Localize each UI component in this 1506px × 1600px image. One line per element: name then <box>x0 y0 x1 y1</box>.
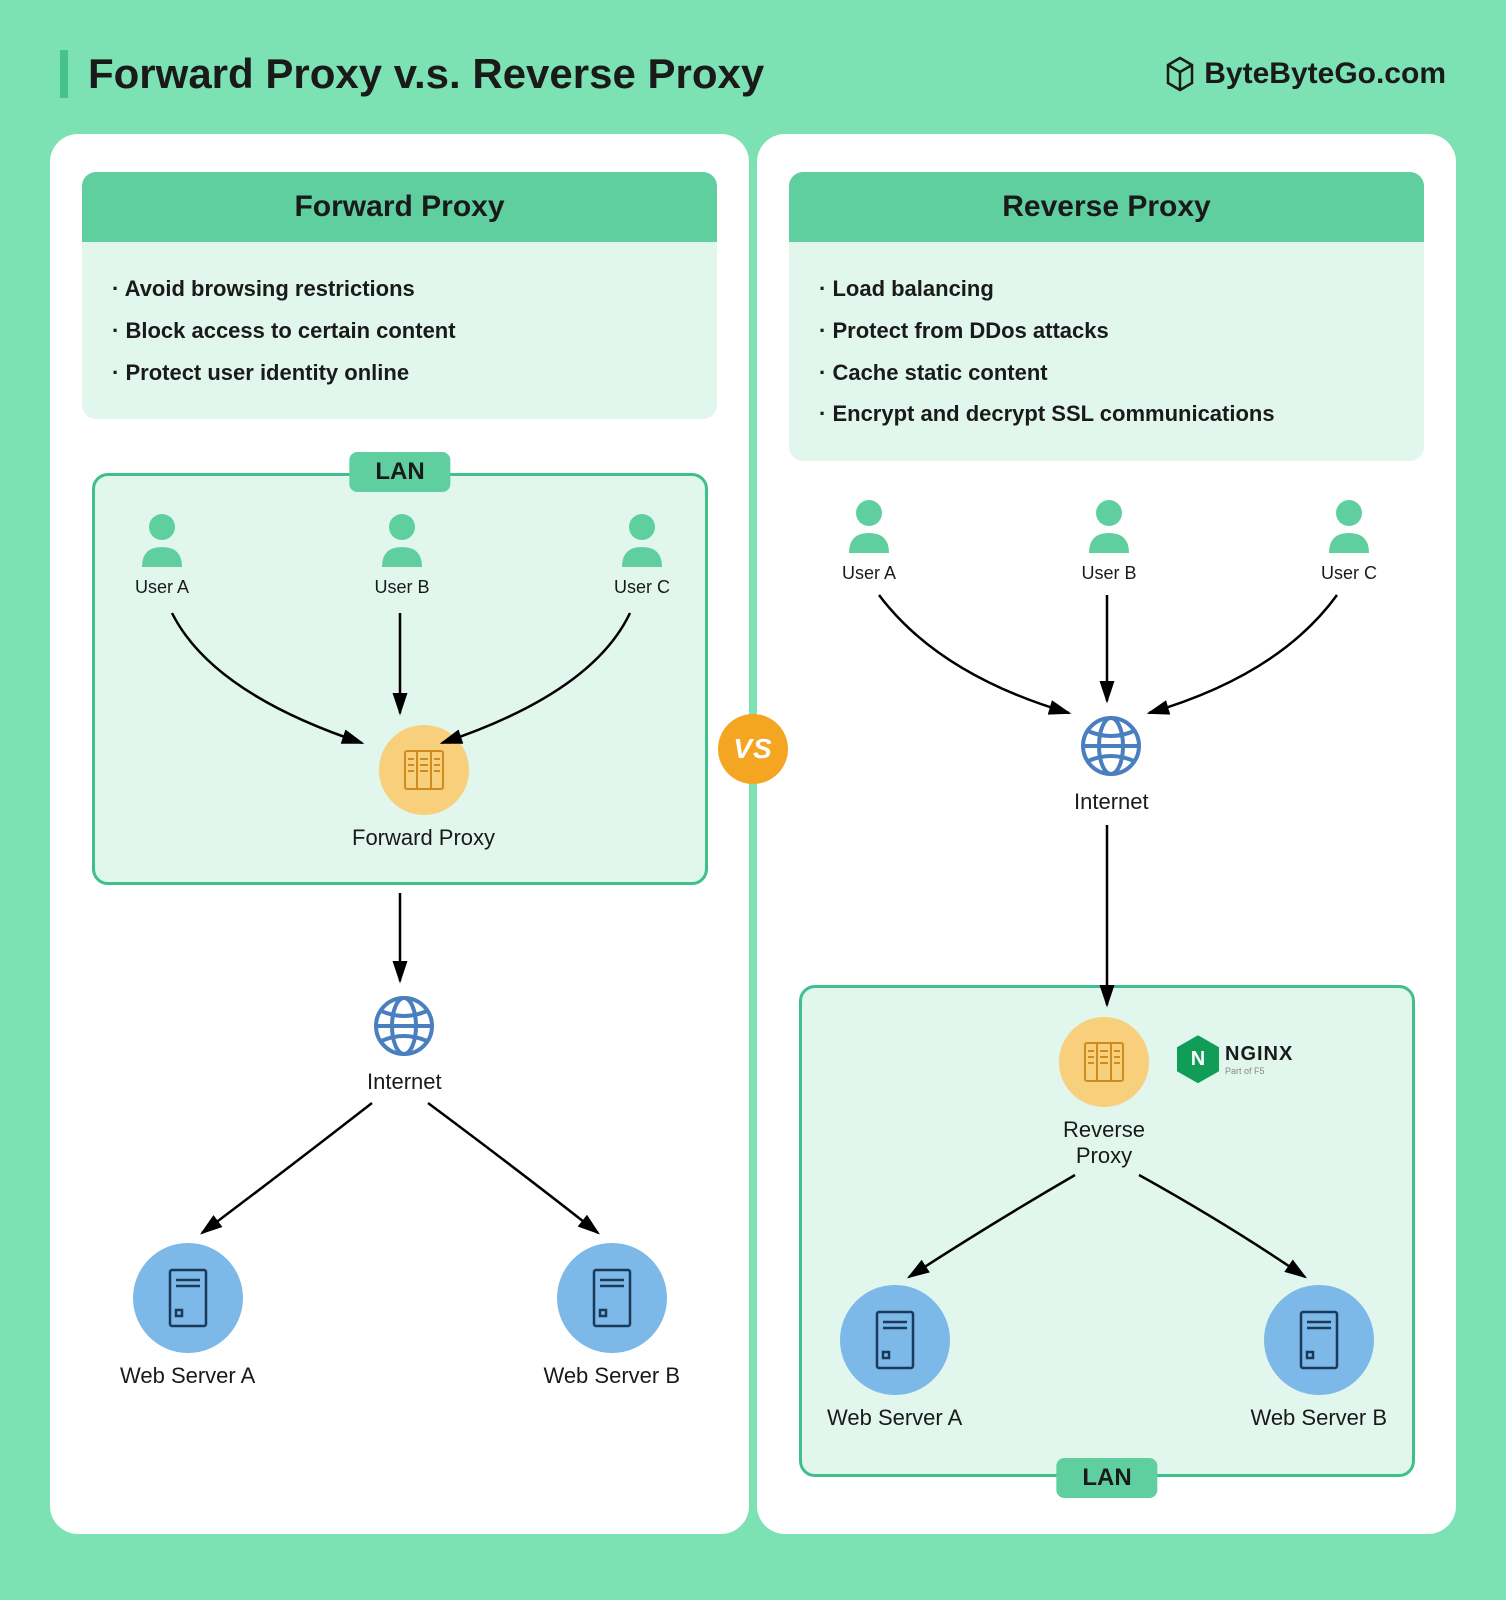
server-circle <box>1264 1285 1374 1395</box>
server-tower-icon <box>590 1266 634 1330</box>
nginx-name: NGINX <box>1225 1043 1293 1066</box>
user-icon <box>372 509 432 569</box>
server-label: Web Server B <box>543 1363 680 1389</box>
servers-row: Web Server A Web Server B <box>120 1243 680 1389</box>
bullet: · Encrypt and decrypt SSL communications <box>819 393 1394 435</box>
server-node: Web Server B <box>543 1243 680 1389</box>
reverse-proxy-node: ReverseProxy <box>1059 1017 1149 1169</box>
nginx-subtitle: Part of F5 <box>1225 1066 1293 1076</box>
lan-label: LAN <box>1056 1458 1157 1498</box>
user: User B <box>1079 495 1139 584</box>
proxy-label: ReverseProxy <box>1063 1117 1145 1169</box>
lan-label: LAN <box>349 452 450 492</box>
forward-diagram: LAN User A User B User C <box>82 453 717 1503</box>
user-icon <box>132 509 192 569</box>
server-label: Web Server A <box>120 1363 255 1389</box>
bullet: · Protect user identity online <box>112 352 687 394</box>
user-label: User A <box>135 577 189 598</box>
globe-icon <box>371 993 437 1059</box>
user-icon <box>1319 495 1379 555</box>
brand-text: ByteByteGo.com <box>1204 57 1446 91</box>
internet-node: Internet <box>1074 713 1149 815</box>
server-label: Web Server A <box>827 1405 962 1431</box>
proxy-circle <box>1059 1017 1149 1107</box>
nginx-logo: N NGINX Part of F5 <box>1177 1035 1293 1083</box>
internet-node: Internet <box>367 993 442 1095</box>
brand-box-icon <box>1164 56 1196 92</box>
reverse-card: Reverse Proxy · Load balancing · Protect… <box>789 172 1424 461</box>
brand: ByteByteGo.com <box>1164 56 1446 92</box>
proxy-circle <box>379 725 469 815</box>
user: User A <box>839 495 899 584</box>
user-label: User A <box>842 563 896 584</box>
bullet: · Protect from DDos attacks <box>819 310 1394 352</box>
globe-icon <box>1078 713 1144 779</box>
bullet: · Block access to certain content <box>112 310 687 352</box>
reverse-card-body: · Load balancing · Protect from DDos att… <box>789 242 1424 461</box>
user-label: User B <box>1081 563 1136 584</box>
reverse-proxy-panel: Reverse Proxy · Load balancing · Protect… <box>757 134 1456 1534</box>
internet-label: Internet <box>1074 789 1149 815</box>
server-tower-icon <box>166 1266 210 1330</box>
forward-card: Forward Proxy · Avoid browsing restricti… <box>82 172 717 419</box>
forward-proxy-panel: Forward Proxy · Avoid browsing restricti… <box>50 134 749 1534</box>
servers-row: Web Server A Web Server B <box>827 1285 1387 1431</box>
server-node: Web Server A <box>827 1285 962 1431</box>
users-row: User A User B User C <box>132 509 672 598</box>
server-rack-icon <box>401 747 447 793</box>
server-circle <box>557 1243 667 1353</box>
reverse-diagram: User A User B User C Interne <box>789 495 1424 1545</box>
bullet: · Avoid browsing restrictions <box>112 268 687 310</box>
proxy-label: Forward Proxy <box>352 825 495 851</box>
server-circle <box>840 1285 950 1395</box>
reverse-card-title: Reverse Proxy <box>789 172 1424 242</box>
server-tower-icon <box>1297 1308 1341 1372</box>
bullet: · Cache static content <box>819 352 1394 394</box>
internet-label: Internet <box>367 1069 442 1095</box>
forward-card-body: · Avoid browsing restrictions · Block ac… <box>82 242 717 419</box>
bullet: · Load balancing <box>819 268 1394 310</box>
users-row: User A User B User C <box>839 495 1379 584</box>
user: User B <box>372 509 432 598</box>
server-label: Web Server B <box>1250 1405 1387 1431</box>
user-icon <box>1079 495 1139 555</box>
user-label: User B <box>374 577 429 598</box>
panel-container: Forward Proxy · Avoid browsing restricti… <box>50 134 1456 1534</box>
nginx-hex-icon: N <box>1177 1035 1219 1083</box>
header: Forward Proxy v.s. Reverse Proxy ByteByt… <box>50 50 1456 98</box>
page-title: Forward Proxy v.s. Reverse Proxy <box>60 50 764 98</box>
vs-badge: VS <box>718 714 788 784</box>
forward-proxy-node: Forward Proxy <box>352 725 495 851</box>
user-label: User C <box>1321 563 1377 584</box>
server-circle <box>133 1243 243 1353</box>
user-icon <box>612 509 672 569</box>
server-node: Web Server A <box>120 1243 255 1389</box>
server-rack-icon <box>1081 1039 1127 1085</box>
server-tower-icon <box>873 1308 917 1372</box>
user-icon <box>839 495 899 555</box>
user: User C <box>612 509 672 598</box>
server-node: Web Server B <box>1250 1285 1387 1431</box>
user: User A <box>132 509 192 598</box>
user: User C <box>1319 495 1379 584</box>
user-label: User C <box>614 577 670 598</box>
forward-card-title: Forward Proxy <box>82 172 717 242</box>
